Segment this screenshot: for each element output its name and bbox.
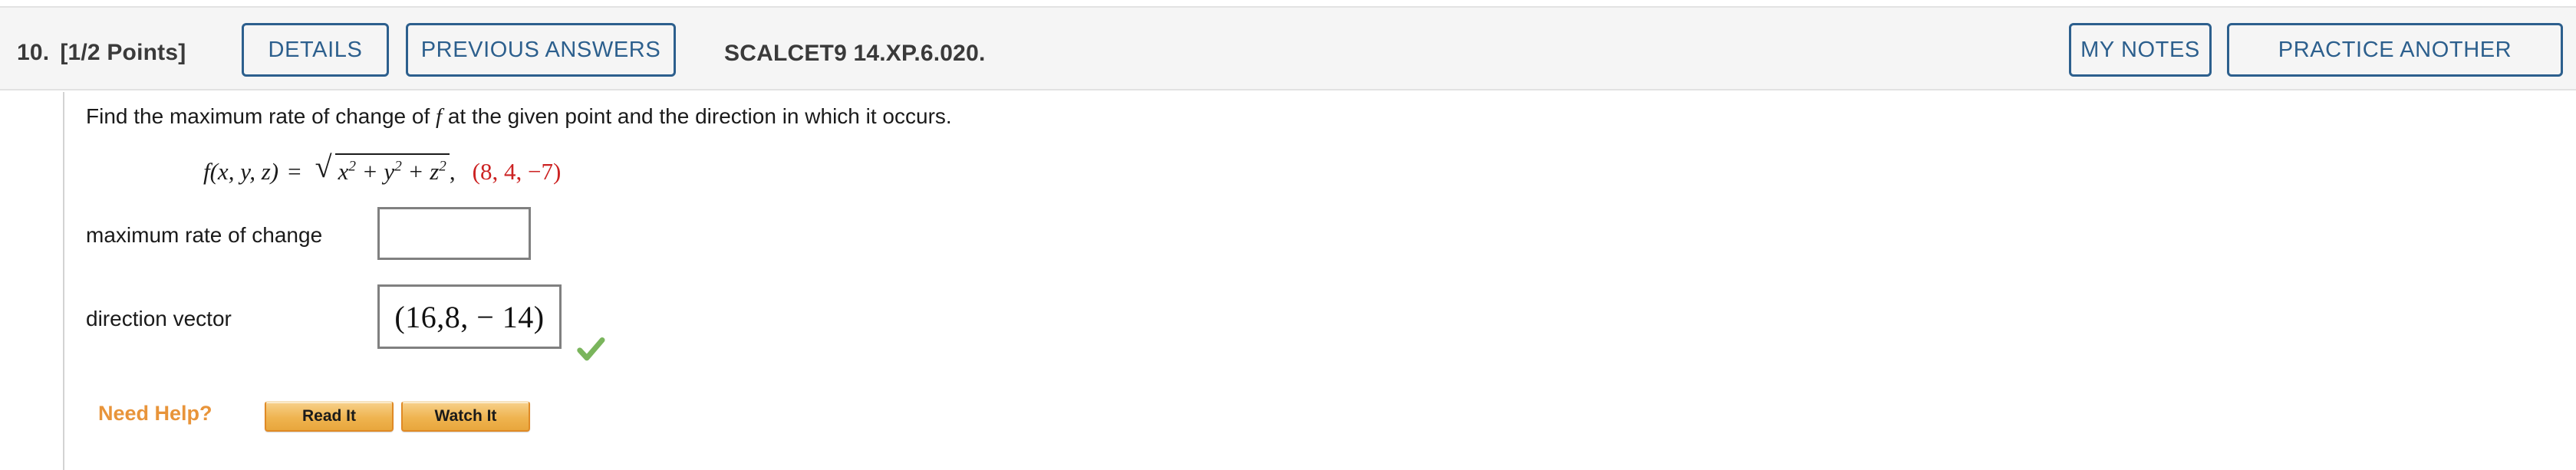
direction-vector-value: (16,8, − 14) [394, 299, 545, 334]
content-left-divider [63, 92, 64, 470]
question-number: 10. [17, 40, 50, 65]
formula-function-name: f(x, y, z) [203, 158, 279, 185]
square-root-expression: √ x2 + y2 + z2 [315, 150, 450, 186]
radical-sign-icon: √ [315, 150, 332, 184]
question-number-and-points: 10. [1/2 Points] [17, 40, 186, 66]
prompt-text-after: at the given point and the direction in … [442, 104, 952, 128]
prompt-variable-f: f [436, 104, 443, 129]
formula-equals-sign: = [288, 158, 301, 185]
plus-sign-2: + [401, 158, 430, 185]
term3-base: z [430, 158, 440, 185]
read-it-button[interactable]: Read It [265, 401, 394, 432]
formula-comma: , [449, 158, 456, 185]
watch-it-button[interactable]: Watch It [401, 401, 530, 432]
given-point: (8, 4, −7) [472, 158, 562, 185]
question-header-bar: 10. [1/2 Points] DETAILS PREVIOUS ANSWERS… [0, 6, 2576, 90]
plus-sign-1: + [356, 158, 384, 185]
practice-another-button[interactable]: PRACTICE ANOTHER [2227, 23, 2563, 77]
term1-exponent: 2 [348, 158, 356, 175]
term3-exponent: 2 [439, 158, 446, 175]
direction-vector-label: direction vector [86, 307, 232, 330]
correct-check-icon [577, 337, 605, 361]
textbook-source-code: SCALCET9 14.XP.6.020. [724, 41, 986, 66]
details-button[interactable]: DETAILS [242, 23, 389, 77]
term1-base: x [338, 158, 349, 185]
function-definition-formula: f(x, y, z) = √ x2 + y2 + z2 , (8, 4, −7) [203, 150, 562, 186]
points-earned: [1/2 Points] [60, 40, 186, 65]
term2-base: y [384, 158, 395, 185]
maximum-rate-of-change-label: maximum rate of change [86, 223, 323, 247]
previous-answers-button[interactable]: PREVIOUS ANSWERS [406, 23, 676, 77]
radicand: x2 + y2 + z2 [334, 153, 450, 186]
need-help-label: Need Help? [98, 402, 212, 425]
question-prompt: Find the maximum rate of change of f at … [86, 104, 952, 130]
term2-exponent: 2 [394, 158, 402, 175]
maximum-rate-of-change-input[interactable] [377, 207, 531, 260]
direction-vector-input[interactable]: (16,8, − 14) [377, 284, 562, 349]
my-notes-button[interactable]: MY NOTES [2069, 23, 2212, 77]
prompt-text-before: Find the maximum rate of change of [86, 104, 436, 128]
